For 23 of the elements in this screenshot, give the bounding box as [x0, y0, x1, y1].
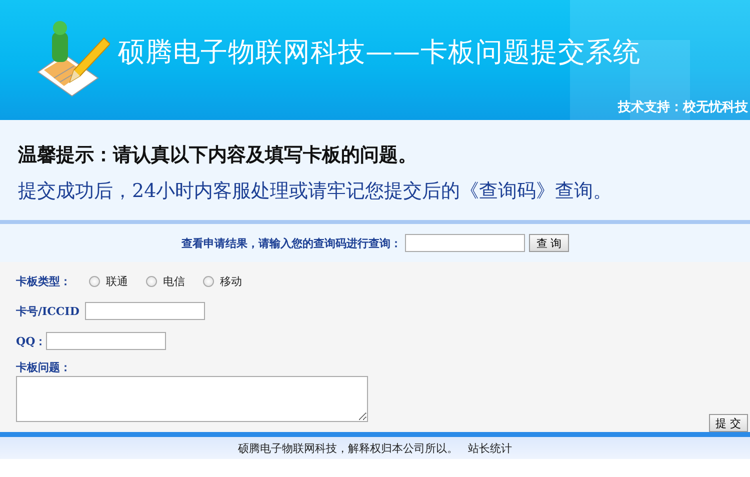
support-credit: 技术支持：校无忧科技: [618, 99, 748, 116]
problem-field[interactable]: [16, 376, 368, 422]
submit-button[interactable]: 提 交: [708, 414, 748, 432]
problem-label: 卡板问题：: [16, 361, 71, 374]
iccid-label: 卡号/ICCID: [16, 304, 80, 318]
radio-button[interactable]: [203, 276, 214, 286]
iccid-field[interactable]: [85, 302, 206, 320]
query-button[interactable]: 查 询: [529, 234, 569, 252]
stats-link[interactable]: 站长统计: [468, 440, 512, 456]
radio-label: 电信: [163, 274, 185, 288]
radio-label: 联通: [106, 274, 128, 288]
footer-text: 硕腾电子物联网科技，解释权归本公司所以。: [238, 440, 458, 456]
site-title: 硕腾电子物联网科技——卡板问题提交系统: [118, 36, 640, 70]
radio-button[interactable]: [89, 276, 100, 286]
qq-label: QQ：: [16, 334, 40, 348]
qq-field[interactable]: [46, 332, 166, 350]
notice-heading: 温馨提示：请认真以下内容及填写卡板的问题。: [18, 143, 418, 168]
radio-label: 移动: [220, 274, 242, 288]
query-code-field[interactable]: [405, 234, 526, 252]
query-label: 查看申请结果，请输入您的查询码进行查询：: [181, 236, 402, 250]
radio-button[interactable]: [146, 276, 157, 286]
notice-text: 提交成功后，24小时内客服处理或请牢记您提交后的《查询码》查询。: [18, 179, 614, 204]
card-type-label: 卡板类型：: [16, 274, 71, 288]
